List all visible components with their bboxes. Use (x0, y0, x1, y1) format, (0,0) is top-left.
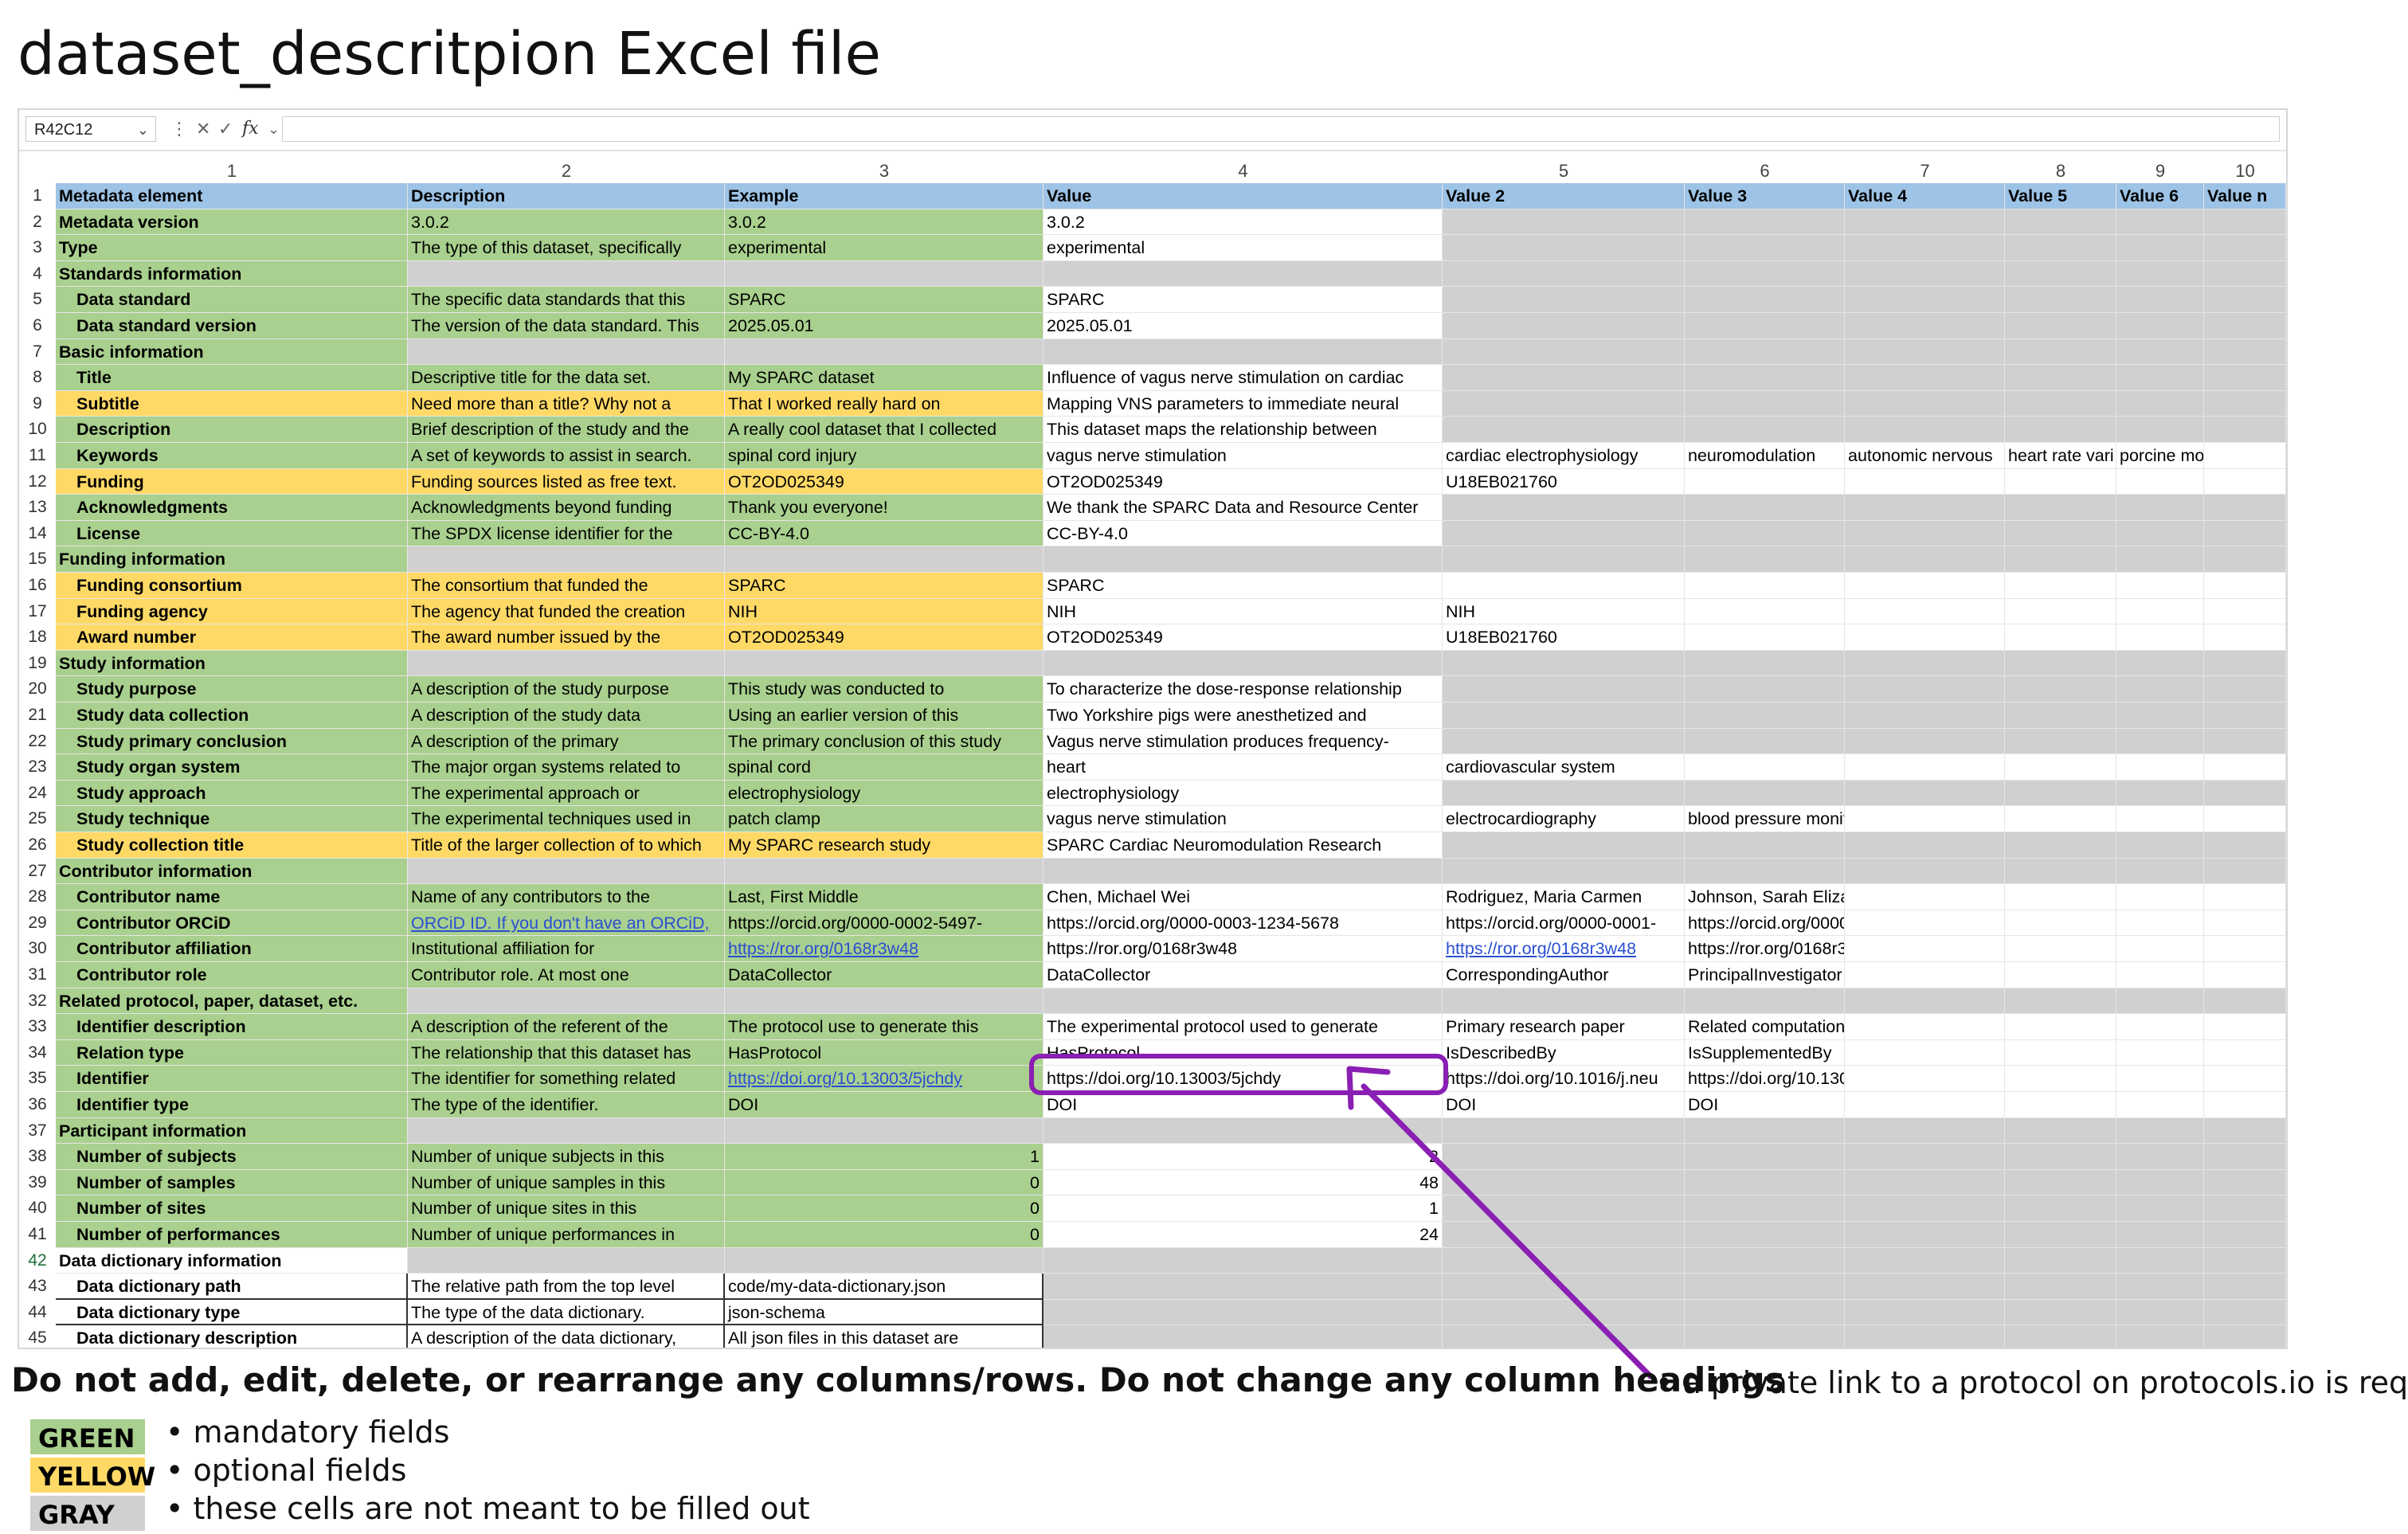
legend-swatch-green: GREEN (30, 1419, 145, 1454)
annotation-arrow (1346, 1066, 1654, 1379)
legend-text-yellow: • optional fields (166, 1453, 407, 1488)
annotation-note: • a private link to a protocol on protoc… (1655, 1365, 2408, 1400)
legend-swatch-yellow: YELLOW (30, 1458, 155, 1493)
annotation-highlight (1029, 1054, 1448, 1095)
legend-text-gray: • these cells are not meant to be filled… (166, 1491, 810, 1526)
instructions-text: Do not add, edit, delete, or rearrange a… (11, 1360, 1785, 1399)
legend-text-green: • mandatory fields (166, 1415, 450, 1450)
legend-swatch-gray: GRAY (30, 1496, 145, 1531)
